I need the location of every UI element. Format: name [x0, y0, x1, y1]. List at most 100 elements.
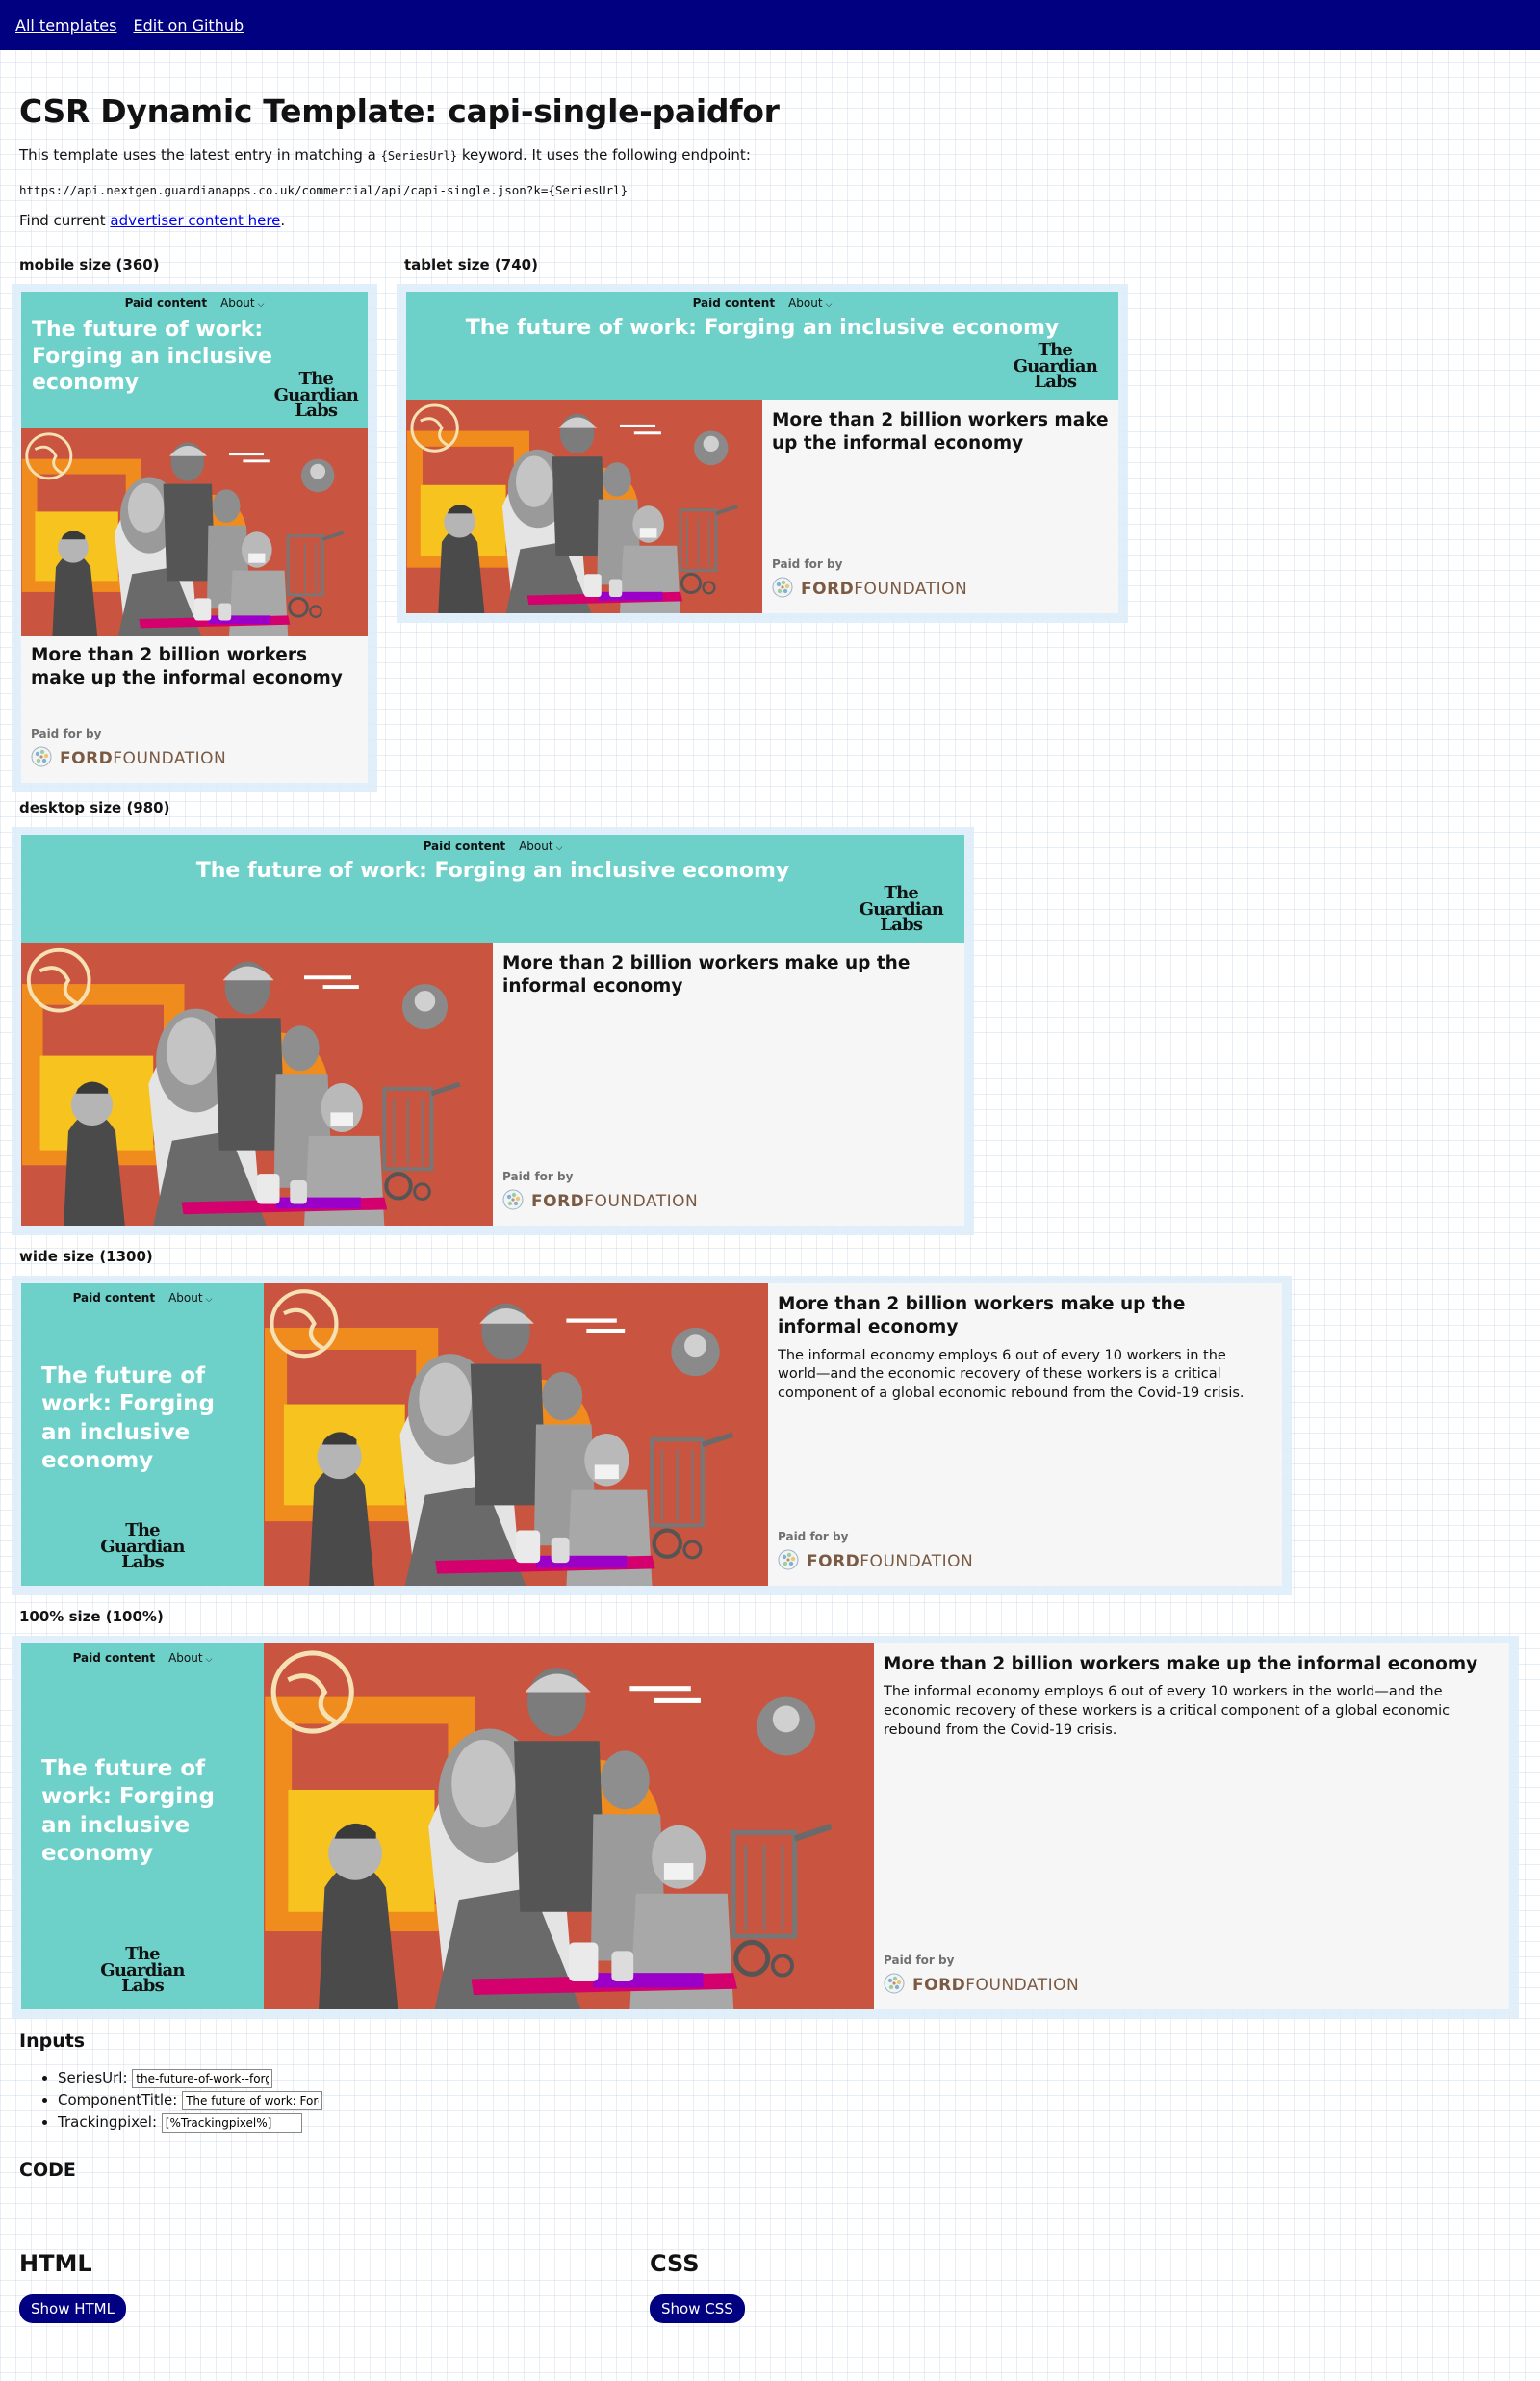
- all-templates-link[interactable]: All templates: [15, 16, 116, 35]
- css-heading: CSS: [650, 2250, 700, 2277]
- about-dropdown[interactable]: About ⌵: [220, 297, 264, 310]
- desktop-header: Paid content About ⌵ The future of work: …: [21, 835, 964, 943]
- full-card-body: More than 2 billion workers make up the …: [874, 1643, 1509, 2009]
- ford-foundation-logo[interactable]: FORDFOUNDATION: [884, 1973, 1079, 1998]
- paid-content-bar: Paid content About ⌵: [21, 1643, 264, 1665]
- tablet-card: More than 2 billion workers make up the …: [406, 400, 1118, 613]
- paid-content-label: Paid content: [72, 1651, 156, 1665]
- paid-for-by-block: Paid for by FORDFOUNDATION: [31, 727, 226, 771]
- mobile-frame: Paid content About ⌵ The future of work: …: [12, 284, 377, 792]
- ford-foundation-seal-icon: [884, 1973, 905, 1998]
- show-html-button[interactable]: Show HTML: [19, 2294, 126, 2323]
- ford-foundation-seal-icon: [778, 1549, 799, 1574]
- size-label-wide: wide size (1300): [19, 1248, 153, 1265]
- chevron-down-icon: ⌵: [205, 1295, 213, 1305]
- ford-foundation-logo[interactable]: FORDFOUNDATION: [31, 746, 226, 771]
- guardian-labs-logo: The Guardian Labs: [1013, 340, 1098, 392]
- wide-card-body: More than 2 billion workers make up the …: [768, 1283, 1282, 1586]
- size-label-desktop: desktop size (980): [19, 799, 170, 816]
- full-side-panel: Paid content About ⌵ The future of work: …: [21, 1643, 264, 2009]
- series-title: The future of work: Forging an inclusive…: [195, 859, 790, 883]
- guardian-labs-logo: The Guardian Labs: [100, 1944, 185, 1996]
- chevron-down-icon: ⌵: [257, 300, 265, 310]
- code-heading: CODE: [19, 2160, 76, 2181]
- about-dropdown[interactable]: About ⌵: [519, 840, 562, 853]
- article-headline[interactable]: More than 2 billion workers make up the …: [874, 1643, 1509, 1676]
- desktop-frame: Paid content About ⌵ The future of work: …: [12, 827, 974, 1235]
- mobile-card-body: More than 2 billion workers make up the …: [21, 636, 368, 783]
- about-dropdown[interactable]: About ⌵: [168, 1651, 212, 1665]
- desktop-preview: desktop size (980) Paid content About ⌵ T…: [12, 798, 1521, 1235]
- illustration-graphic: [264, 1643, 874, 2009]
- article-image[interactable]: [264, 1283, 768, 1586]
- size-label-mobile: mobile size (360): [19, 256, 160, 273]
- wide-card: Paid content About ⌵ The future of work: …: [21, 1283, 1282, 1586]
- tablet-preview: tablet size (740) Paid content About ⌵ Th…: [397, 255, 1128, 623]
- paid-for-by-label: Paid for by: [778, 1530, 849, 1543]
- article-headline[interactable]: More than 2 billion workers make up the …: [493, 943, 964, 999]
- advertiser-content-link[interactable]: advertiser content here: [110, 212, 280, 229]
- show-css-button[interactable]: Show CSS: [650, 2294, 745, 2323]
- tablet-card-body: More than 2 billion workers make up the …: [762, 400, 1118, 613]
- input-series-url: SeriesUrl:: [58, 2067, 1521, 2088]
- mobile-preview: mobile size (360) Paid content About ⌵ Th…: [12, 255, 377, 792]
- article-headline[interactable]: More than 2 billion workers make up the …: [762, 400, 1118, 456]
- input-component-title: ComponentTitle:: [58, 2089, 1521, 2110]
- desktop-card: More than 2 billion workers make up the …: [21, 943, 964, 1226]
- ford-foundation-seal-icon: [772, 577, 793, 602]
- article-image[interactable]: [21, 428, 368, 636]
- guardian-labs-logo: The Guardian Labs: [100, 1520, 185, 1572]
- ford-foundation-seal-icon: [502, 1189, 524, 1214]
- tablet-header: Paid content About ⌵ The future of work: …: [406, 292, 1118, 400]
- chevron-down-icon: ⌵: [825, 300, 833, 310]
- inputs-list: SeriesUrl: ComponentTitle: Trackingpixel…: [19, 2067, 1521, 2133]
- article-image[interactable]: [406, 400, 762, 613]
- page-title: CSR Dynamic Template: capi-single-paidfo…: [19, 92, 780, 130]
- illustration-graphic: [264, 1283, 768, 1586]
- input-tracking-pixel: Trackingpixel:: [58, 2111, 1521, 2133]
- series-title: The future of work: Forging an inclusive…: [41, 1363, 216, 1474]
- tracking-pixel-input[interactable]: [161, 2113, 302, 2133]
- edit-on-github-link[interactable]: Edit on Github: [133, 16, 244, 35]
- guardian-labs-logo: The Guardian Labs: [859, 883, 944, 935]
- paid-for-by-block: Paid for by FORDFOUNDATION: [884, 1954, 1079, 1998]
- paid-content-label: Paid content: [423, 840, 506, 853]
- paid-content-label: Paid content: [124, 297, 208, 310]
- html-heading: HTML: [19, 2250, 92, 2277]
- css-column: CSS Show CSS: [650, 2250, 1280, 2323]
- series-url-input[interactable]: [132, 2069, 273, 2088]
- paid-content-label: Paid content: [692, 297, 776, 310]
- component-title-input[interactable]: [182, 2091, 323, 2110]
- html-column: HTML Show HTML: [19, 2250, 650, 2323]
- ford-foundation-logo[interactable]: FORDFOUNDATION: [502, 1189, 698, 1214]
- article-headline[interactable]: More than 2 billion workers make up the …: [768, 1283, 1282, 1340]
- ford-foundation-logo[interactable]: FORDFOUNDATION: [772, 577, 967, 602]
- article-image[interactable]: [21, 943, 493, 1226]
- illustration-graphic: [21, 428, 368, 636]
- paid-content-label: Paid content: [72, 1291, 156, 1305]
- paid-for-by-block: Paid for by FORDFOUNDATION: [502, 1170, 698, 1214]
- paid-content-bar: Paid content About ⌵: [21, 292, 368, 311]
- article-standfirst: The informal economy employs 6 out of ev…: [778, 1347, 1245, 1401]
- mobile-header: Paid content About ⌵ The future of work: …: [21, 292, 368, 428]
- full-width-preview: 100% size (100%) Paid content About ⌵ The…: [12, 1607, 1521, 2019]
- ford-foundation-logo[interactable]: FORDFOUNDATION: [778, 1549, 973, 1574]
- article-headline[interactable]: More than 2 billion workers make up the …: [21, 636, 368, 691]
- paid-for-by-block: Paid for by FORDFOUNDATION: [772, 557, 967, 602]
- article-image[interactable]: [264, 1643, 874, 2009]
- tablet-frame: Paid content About ⌵ The future of work: …: [397, 284, 1128, 623]
- series-title: The future of work: Forging an inclusive…: [465, 316, 1060, 340]
- illustration-graphic: [21, 943, 493, 1226]
- main-content: CSR Dynamic Template: capi-single-paidfo…: [0, 92, 1540, 2323]
- full-width-card: Paid content About ⌵ The future of work: …: [21, 1643, 1509, 2009]
- endpoint-url: https://api.nextgen.guardianapps.co.uk/c…: [19, 183, 629, 197]
- wide-frame: Paid content About ⌵ The future of work: …: [12, 1276, 1292, 1595]
- full-width-frame: Paid content About ⌵ The future of work: …: [12, 1636, 1519, 2019]
- inputs-heading: Inputs: [19, 2031, 86, 2052]
- preview-row-mobile-tablet: mobile size (360) Paid content About ⌵ Th…: [12, 255, 1521, 792]
- paid-for-by-label: Paid for by: [502, 1170, 574, 1183]
- article-standfirst: The informal economy employs 6 out of ev…: [884, 1684, 1450, 1738]
- find-advertiser-text: Find current advertiser content here.: [19, 212, 286, 229]
- about-dropdown[interactable]: About ⌵: [168, 1291, 212, 1305]
- about-dropdown[interactable]: About ⌵: [788, 297, 832, 310]
